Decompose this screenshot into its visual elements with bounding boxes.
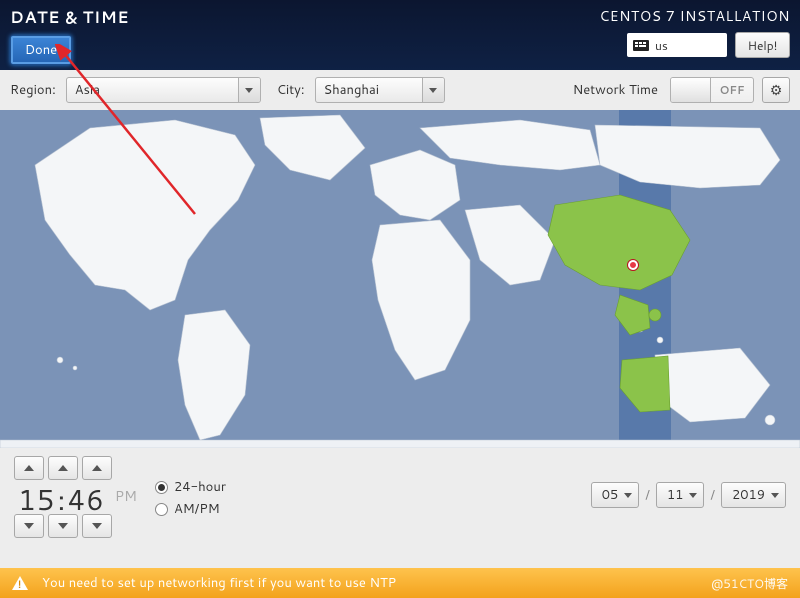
toggle-state: OFF <box>711 82 753 98</box>
minute-up-button[interactable] <box>48 456 78 480</box>
keyboard-icon <box>633 40 649 51</box>
keyboard-layout-label: us <box>655 37 668 54</box>
chevron-up-icon <box>58 465 68 471</box>
format-24h-label: 24-hour <box>174 478 226 496</box>
watermark: @51CTO博客 <box>711 575 788 592</box>
done-button[interactable]: Done <box>10 35 72 65</box>
month-combobox[interactable]: 05 <box>591 482 640 508</box>
city-combobox[interactable]: Shanghai <box>315 77 445 103</box>
chevron-down-icon <box>245 88 253 93</box>
time-date-panel: 15 : 46 PM 24-hour AM/PM 05 / 11 / 2019 <box>0 448 800 540</box>
chevron-down-icon <box>429 88 437 93</box>
date-separator: / <box>643 486 652 504</box>
radio-icon <box>155 503 168 516</box>
gear-icon: ⚙ <box>770 80 783 100</box>
region-label: Region: <box>10 81 56 99</box>
header-left: DATE & TIME Done <box>10 6 129 66</box>
warning-bar: You need to set up networking first if y… <box>0 568 800 598</box>
day-combobox[interactable]: 11 <box>656 482 705 508</box>
chevron-down-icon <box>624 493 632 498</box>
header-bar: DATE & TIME Done CENTOS 7 INSTALLATION u… <box>0 0 800 70</box>
warning-icon <box>12 576 28 590</box>
ampm-up-button[interactable] <box>82 456 112 480</box>
network-time-label: Network Time <box>573 81 658 99</box>
date-separator: / <box>708 486 717 504</box>
chevron-down-icon <box>58 523 68 529</box>
time-colon: : <box>58 480 66 520</box>
chevron-down-icon <box>92 523 102 529</box>
network-time-toggle[interactable]: OFF <box>670 77 754 103</box>
day-value: 11 <box>667 486 684 504</box>
toggle-knob <box>671 78 711 102</box>
city-dropdown-button[interactable] <box>422 78 444 102</box>
format-ampm-label: AM/PM <box>174 500 220 518</box>
ampm-value: PM <box>115 486 137 506</box>
region-dropdown-button[interactable] <box>238 78 260 102</box>
warning-message: You need to set up networking first if y… <box>42 574 396 592</box>
time-format-group: 24-hour AM/PM <box>155 478 226 518</box>
region-combobox[interactable]: Asia <box>66 77 261 103</box>
world-map-svg <box>0 110 800 448</box>
timezone-map[interactable] <box>0 110 800 448</box>
help-button[interactable]: Help! <box>735 32 790 58</box>
minute-value: 46 <box>67 480 105 520</box>
hour-value: 15 <box>18 480 56 520</box>
date-group: 05 / 11 / 2019 <box>591 482 786 508</box>
chevron-up-icon <box>24 465 34 471</box>
hour-up-button[interactable] <box>14 456 44 480</box>
keyboard-indicator[interactable]: us <box>627 33 727 57</box>
radio-icon <box>155 481 168 494</box>
header-right: CENTOS 7 INSTALLATION us Help! <box>599 6 790 66</box>
location-marker <box>628 260 638 270</box>
chevron-down-icon <box>24 523 34 529</box>
chevron-down-icon <box>771 493 779 498</box>
city-label: City: <box>277 81 305 99</box>
network-time-settings-button[interactable]: ⚙ <box>762 77 790 103</box>
settings-row: Region: Asia City: Shanghai Network Time… <box>0 70 800 110</box>
format-ampm-option[interactable]: AM/PM <box>155 500 226 518</box>
format-24h-option[interactable]: 24-hour <box>155 478 226 496</box>
region-value: Asia <box>67 81 238 99</box>
chevron-up-icon <box>92 465 102 471</box>
year-value: 2019 <box>732 486 765 504</box>
year-combobox[interactable]: 2019 <box>721 482 786 508</box>
page-title: DATE & TIME <box>10 6 129 29</box>
city-value: Shanghai <box>316 81 422 99</box>
chevron-down-icon <box>689 493 697 498</box>
header-controls: us Help! <box>627 32 790 58</box>
month-value: 05 <box>602 486 619 504</box>
install-title: CENTOS 7 INSTALLATION <box>599 6 790 26</box>
